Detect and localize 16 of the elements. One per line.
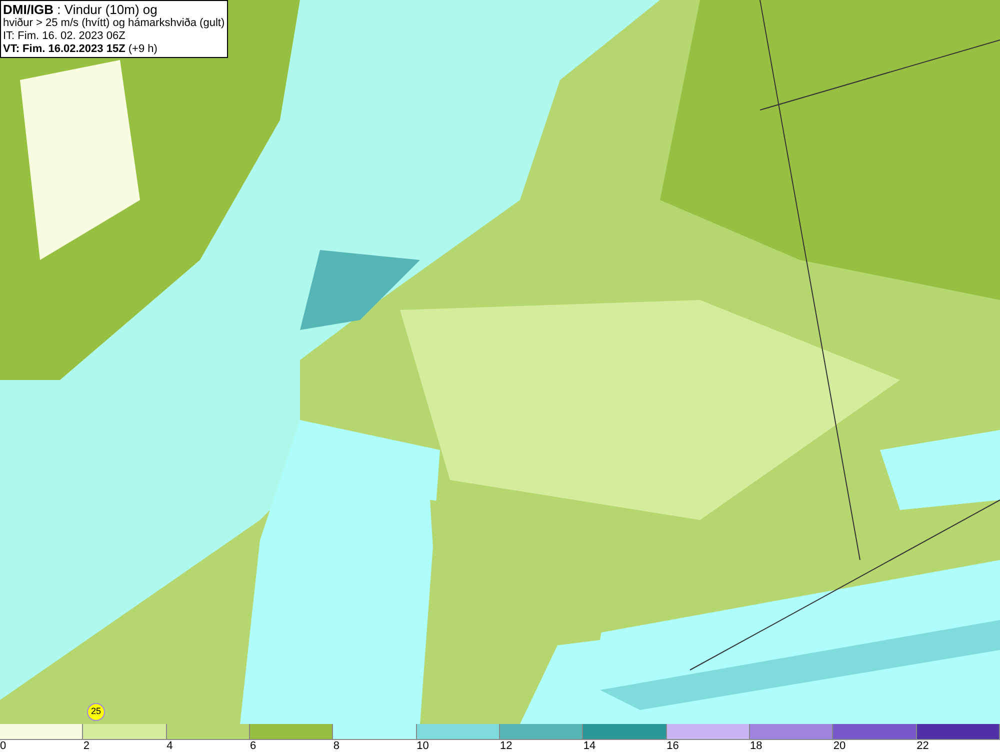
legend-label: 0 <box>0 740 6 753</box>
info-text: VT: Fim. 16.02.2023 15Z (+9 h) <box>3 43 158 56</box>
legend-label: 20 <box>833 740 846 753</box>
legend-label: 8 <box>333 740 340 753</box>
legend-label: 10 <box>416 740 429 753</box>
legend-label: 16 <box>666 740 679 753</box>
info-text: DMI/IGB : Vindur (10m) og <box>3 2 158 17</box>
legend-label: 18 <box>750 740 762 753</box>
legend-label: 14 <box>583 740 596 753</box>
legend-label: 4 <box>166 740 173 753</box>
legend-label: 2 <box>83 740 90 753</box>
legend-label: 6 <box>250 740 256 753</box>
info-text: hviður > 25 m/s (hvítt) og hámarkshviða (gult) <box>3 17 225 30</box>
info-text: IT: Fim. 16. 02. 2023 06Z <box>3 30 126 43</box>
legend-label: 22 <box>916 740 929 753</box>
legend-label: 12 <box>500 740 512 753</box>
